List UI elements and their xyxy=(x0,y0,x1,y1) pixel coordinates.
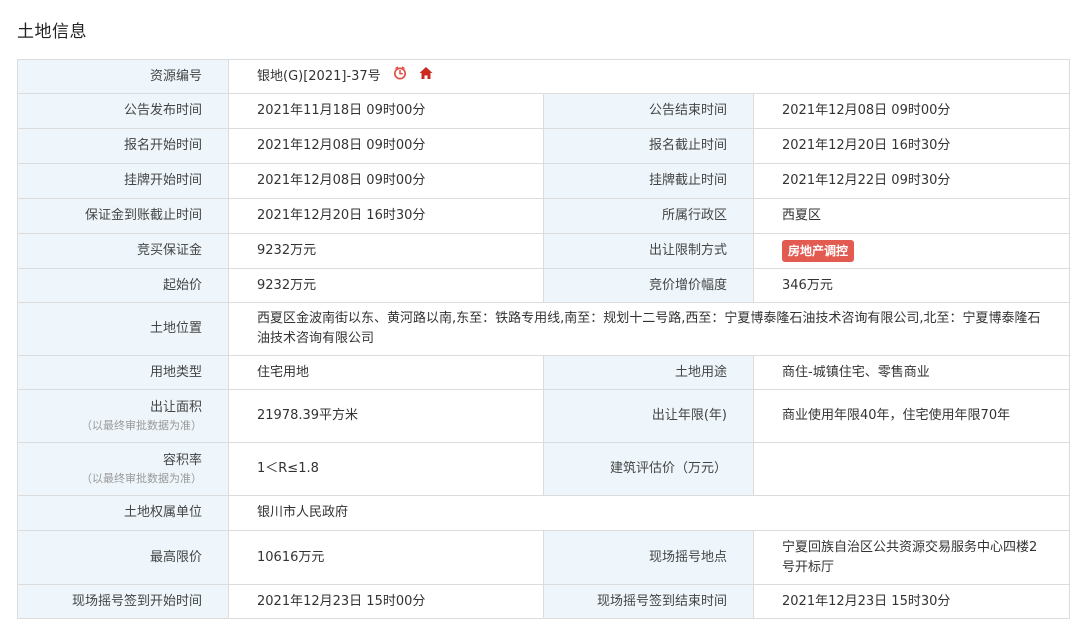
far-value: 1＜R≤1.8 xyxy=(228,442,544,496)
max-price-label: 最高限价 xyxy=(17,530,229,585)
term-label: 出让年限(年) xyxy=(543,389,754,443)
resource-no-cell: 银地(G)[2021]-37号 xyxy=(228,59,1070,94)
resource-no-label: 资源编号 xyxy=(17,59,229,94)
restriction-badge: 房地产调控 xyxy=(782,240,855,262)
lottery-signin-start-value: 2021年12月23日 15时00分 xyxy=(228,584,544,619)
area-note: （以最终审批数据为准） xyxy=(81,419,202,432)
deposit-label: 竞买保证金 xyxy=(17,233,229,269)
row-lottery-signin: 现场摇号签到开始时间 2021年12月23日 15时00分 现场摇号签到结束时间… xyxy=(17,584,1070,619)
restriction-label: 出让限制方式 xyxy=(543,233,754,269)
district-label: 所属行政区 xyxy=(543,198,754,234)
owner-value: 银川市人民政府 xyxy=(228,495,1070,531)
building-value-value xyxy=(753,442,1070,496)
land-type-value: 住宅用地 xyxy=(228,355,544,390)
max-price-value: 10616万元 xyxy=(228,530,544,585)
signup-start-value: 2021年12月08日 09时00分 xyxy=(228,128,544,164)
home-icon[interactable] xyxy=(419,66,433,87)
lottery-signin-end-value: 2021年12月23日 15时30分 xyxy=(753,584,1070,619)
announce-start-label: 公告发布时间 xyxy=(17,93,229,129)
deposit-deadline-value: 2021年12月20日 16时30分 xyxy=(228,198,544,234)
district-value: 西夏区 xyxy=(753,198,1070,234)
row-resource-no: 资源编号 银地(G)[2021]-37号 xyxy=(17,59,1070,94)
signup-start-label: 报名开始时间 xyxy=(17,128,229,164)
location-value: 西夏区金波南街以东、黄河路以南,东至：铁路专用线,南至：规划十二号路,西至：宁夏… xyxy=(228,302,1070,356)
far-note: （以最终审批数据为准） xyxy=(81,472,202,485)
row-owner: 土地权属单位 银川市人民政府 xyxy=(17,495,1070,531)
signup-end-label: 报名截止时间 xyxy=(543,128,754,164)
announce-end-label: 公告结束时间 xyxy=(543,93,754,129)
lottery-place-value: 宁夏回族自治区公共资源交易服务中心四楼2号开标厅 xyxy=(753,530,1070,585)
row-land-type: 用地类型 住宅用地 土地用途 商住-城镇住宅、零售商业 xyxy=(17,355,1070,390)
area-label: 出让面积 xyxy=(149,400,202,415)
listing-end-label: 挂牌截止时间 xyxy=(543,163,754,199)
term-value: 商业使用年限40年，住宅使用年限70年 xyxy=(753,389,1070,443)
row-listing: 挂牌开始时间 2021年12月08日 09时00分 挂牌截止时间 2021年12… xyxy=(17,163,1070,199)
row-area: 出让面积 （以最终审批数据为准） 21978.39平方米 出让年限(年) 商业使… xyxy=(17,389,1070,443)
start-price-value: 9232万元 xyxy=(228,268,544,303)
row-signup: 报名开始时间 2021年12月08日 09时00分 报名截止时间 2021年12… xyxy=(17,128,1070,164)
far-label: 容积率 xyxy=(162,453,202,468)
announce-end-value: 2021年12月08日 09时00分 xyxy=(753,93,1070,129)
land-info-table: 资源编号 银地(G)[2021]-37号 公告发布时间 2021年11月18日 … xyxy=(17,59,1070,619)
listing-start-label: 挂牌开始时间 xyxy=(17,163,229,199)
page-title: 土地信息 xyxy=(17,22,87,42)
land-use-label: 土地用途 xyxy=(543,355,754,390)
row-start-price: 起始价 9232万元 竞价增价幅度 346万元 xyxy=(17,268,1070,303)
listing-end-value: 2021年12月22日 09时30分 xyxy=(753,163,1070,199)
row-far: 容积率 （以最终审批数据为准） 1＜R≤1.8 建筑评估价（万元） xyxy=(17,442,1070,496)
row-announce: 公告发布时间 2021年11月18日 09时00分 公告结束时间 2021年12… xyxy=(17,93,1070,129)
row-location: 土地位置 西夏区金波南街以东、黄河路以南,东至：铁路专用线,南至：规划十二号路,… xyxy=(17,302,1070,356)
land-type-label: 用地类型 xyxy=(17,355,229,390)
restriction-cell: 房地产调控 xyxy=(753,233,1070,269)
area-label-cell: 出让面积 （以最终审批数据为准） xyxy=(17,389,229,443)
resource-no-value: 银地(G)[2021]-37号 xyxy=(257,69,381,84)
far-label-cell: 容积率 （以最终审批数据为准） xyxy=(17,442,229,496)
clock-icon[interactable] xyxy=(393,66,407,87)
building-value-label: 建筑评估价（万元） xyxy=(543,442,754,496)
location-label: 土地位置 xyxy=(17,302,229,356)
row-max-price: 最高限价 10616万元 现场摇号地点 宁夏回族自治区公共资源交易服务中心四楼2… xyxy=(17,530,1070,585)
announce-start-value: 2021年11月18日 09时00分 xyxy=(228,93,544,129)
area-value: 21978.39平方米 xyxy=(228,389,544,443)
deposit-deadline-label: 保证金到账截止时间 xyxy=(17,198,229,234)
row-deposit: 竞买保证金 9232万元 出让限制方式 房地产调控 xyxy=(17,233,1070,269)
lottery-signin-start-label: 现场摇号签到开始时间 xyxy=(17,584,229,619)
row-deposit-deadline: 保证金到账截止时间 2021年12月20日 16时30分 所属行政区 西夏区 xyxy=(17,198,1070,234)
owner-label: 土地权属单位 xyxy=(17,495,229,531)
increment-value: 346万元 xyxy=(753,268,1070,303)
signup-end-value: 2021年12月20日 16时30分 xyxy=(753,128,1070,164)
land-use-value: 商住-城镇住宅、零售商业 xyxy=(753,355,1070,390)
listing-start-value: 2021年12月08日 09时00分 xyxy=(228,163,544,199)
lottery-place-label: 现场摇号地点 xyxy=(543,530,754,585)
increment-label: 竞价增价幅度 xyxy=(543,268,754,303)
deposit-value: 9232万元 xyxy=(228,233,544,269)
lottery-signin-end-label: 现场摇号签到结束时间 xyxy=(543,584,754,619)
start-price-label: 起始价 xyxy=(17,268,229,303)
